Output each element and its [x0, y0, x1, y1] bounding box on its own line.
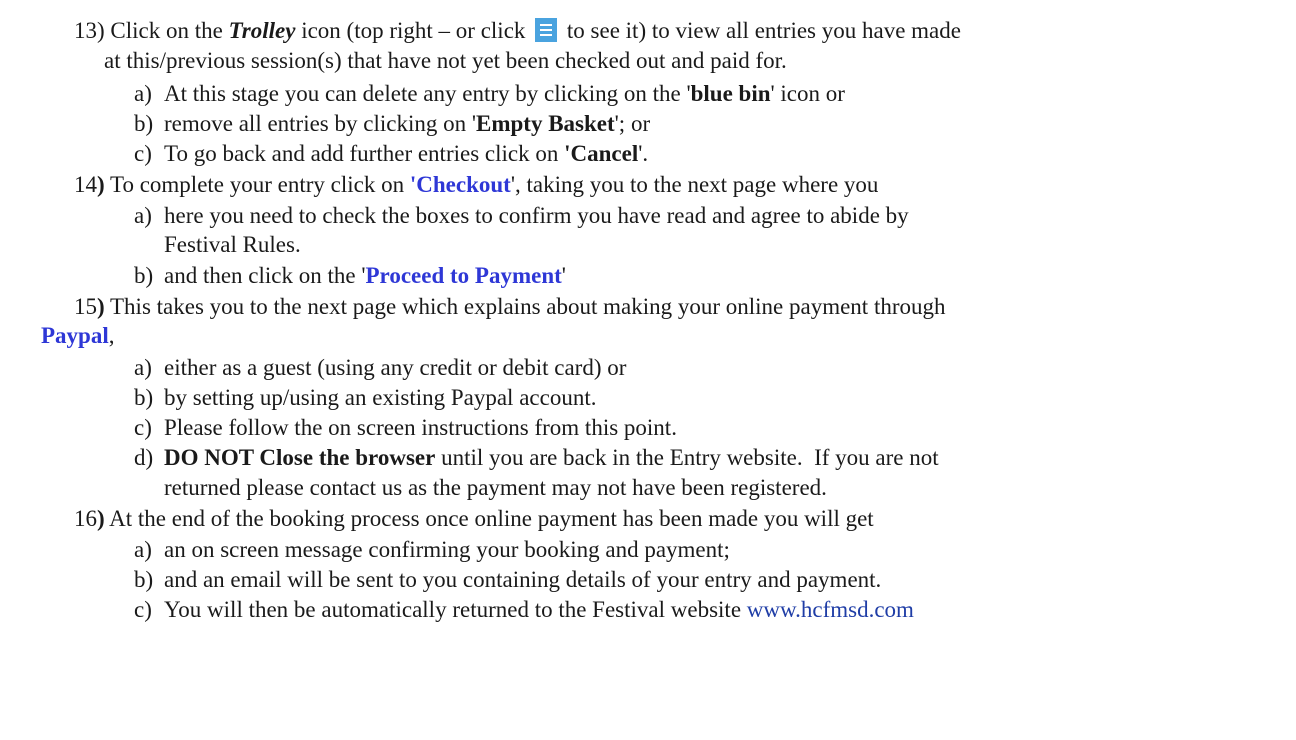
step-13-line-2: at this/previous session(s) that have no…: [104, 48, 787, 73]
step-15-item-d: d) DO NOT Close the browser until you are…: [134, 445, 939, 470]
proceed-to-payment-term: Proceed to Payment: [365, 263, 562, 288]
do-not-close-term: DO NOT Close the browser: [164, 445, 436, 470]
step-13-line-1: 13) Click on the Trolley icon (top right…: [74, 18, 961, 43]
festival-website-link[interactable]: www.hcfmsd.com: [747, 597, 914, 622]
step-16-item-a: a) an on screen message confirming your b…: [134, 537, 730, 562]
step-16-item-b: b) and an email will be sent to you conta…: [134, 567, 882, 592]
step-15-line-2: Paypal,: [41, 323, 115, 348]
step-13-item-b: b) remove all entries by clicking on 'Emp…: [134, 111, 651, 136]
step-16-item-c: c) You will then be automatically returne…: [134, 597, 914, 622]
step-16-line-1: 16) At the end of the booking process on…: [74, 506, 874, 531]
step-number: 16: [74, 506, 97, 531]
step-number: 13): [74, 18, 105, 43]
step-14-item-a-cont: Festival Rules.: [164, 232, 301, 257]
step-13-item-a: a) At this stage you can delete any entry…: [134, 81, 845, 106]
step-13-item-c: c) To go back and add further entries cli…: [134, 141, 649, 166]
step-14-line-1: 14) To complete your entry click on 'Che…: [74, 172, 879, 197]
empty-basket-term: Empty Basket: [476, 111, 615, 136]
blue-bin-term: blue bin: [690, 81, 771, 106]
cancel-term: 'Cancel: [564, 141, 639, 166]
menu-list-icon: [535, 18, 558, 42]
step-14-item-a: a) here you need to check the boxes to co…: [134, 203, 909, 228]
step-15-item-c: c) Please follow the on screen instructio…: [134, 415, 677, 440]
step-15-item-b: b) by setting up/using an existing Paypal…: [134, 385, 597, 410]
step-15-item-d-cont: returned please contact us as the paymen…: [164, 475, 827, 500]
step-number: 14: [74, 172, 97, 197]
trolley-term: Trolley: [228, 18, 296, 43]
step-number: 15: [74, 294, 97, 319]
step-15-item-a: a) either as a guest (using any credit or…: [134, 355, 627, 380]
checkout-term: 'Checkout: [409, 172, 511, 197]
step-14-item-b: b) and then click on the 'Proceed to Paym…: [134, 263, 566, 288]
paypal-term: Paypal: [41, 323, 109, 348]
step-15-line-1: 15) This takes you to the next page whic…: [74, 294, 946, 319]
